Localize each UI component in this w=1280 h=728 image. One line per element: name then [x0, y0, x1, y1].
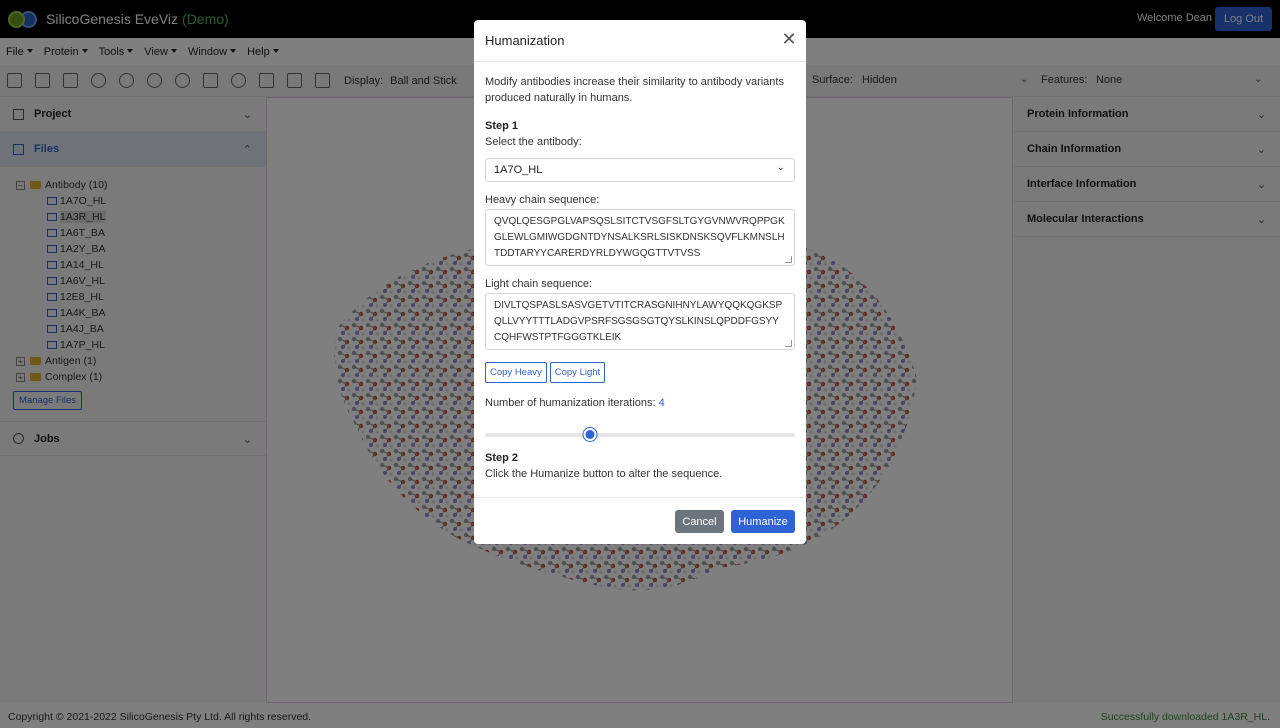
- dialog-footer: Cancel Humanize: [474, 497, 806, 544]
- dialog-title: Humanization: [485, 33, 565, 48]
- iterations-label: Number of humanization iterations: 4: [485, 397, 795, 409]
- slider-thumb[interactable]: [583, 428, 597, 441]
- heavy-chain-label: Heavy chain sequence:: [485, 194, 600, 206]
- dialog-body: Modify antibodies increase their similar…: [474, 62, 806, 480]
- antibody-select-value: 1A7O_HL: [494, 164, 543, 176]
- slider-track[interactable]: [485, 433, 795, 437]
- close-icon[interactable]: ✕: [781, 30, 797, 48]
- iterations-value: 4: [658, 397, 665, 409]
- iterations-slider[interactable]: [485, 428, 795, 442]
- step1-text: Select the antibody:: [485, 136, 582, 148]
- light-chain-label: Light chain sequence:: [485, 278, 593, 290]
- chevron-down-icon: ⌄: [776, 162, 785, 173]
- step2-text: Click the Humanize button to alter the s…: [485, 468, 723, 480]
- step1-title: Step 1: [485, 120, 519, 132]
- dialog-header: Humanization ✕: [474, 20, 806, 62]
- copy-light-button[interactable]: Copy Light: [549, 362, 606, 383]
- heavy-chain-textarea[interactable]: QVQLQESGPGLVAPSQSLSITCTVSGFSLTGYGVNWVRQP…: [485, 209, 795, 266]
- copy-buttons: Copy Heavy Copy Light: [485, 362, 795, 383]
- iterations-label-text: Number of humanization iterations:: [485, 397, 656, 409]
- antibody-select[interactable]: 1A7O_HL ⌄: [485, 158, 795, 182]
- humanize-button[interactable]: Humanize: [731, 510, 795, 533]
- cancel-button[interactable]: Cancel: [675, 510, 724, 533]
- copy-heavy-button[interactable]: Copy Heavy: [485, 362, 547, 383]
- humanization-dialog: Humanization ✕ Modify antibodies increas…: [474, 20, 806, 544]
- light-chain-textarea[interactable]: DIVLTQSPASLSASVGETVTITCRASGNIHNYLAWYQQKQ…: [485, 293, 795, 350]
- dialog-description: Modify antibodies increase their similar…: [485, 76, 784, 104]
- step2-title: Step 2: [485, 452, 519, 464]
